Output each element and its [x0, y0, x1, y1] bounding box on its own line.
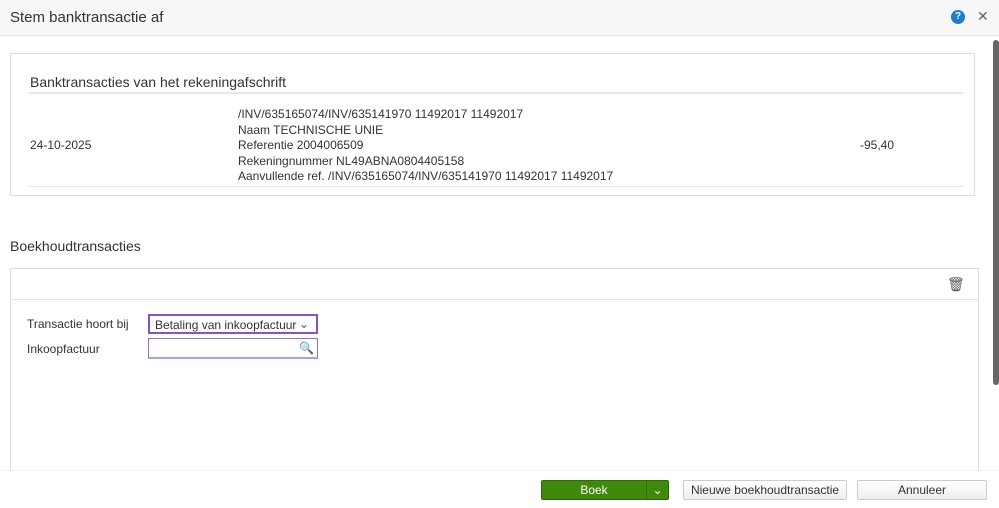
- chevron-down-icon: ⌄: [298, 317, 309, 331]
- invoice-input[interactable]: 🔍: [148, 338, 318, 359]
- lookup-icon[interactable]: 🔍: [299, 341, 314, 355]
- dialog-footer: Boek ⌄ Nieuwe boekhoudtransactie Annuleer: [0, 470, 999, 508]
- transaction-date: 24-10-2025: [30, 138, 92, 152]
- booking-panel-header: [11, 269, 978, 300]
- scrollbar[interactable]: [993, 40, 999, 385]
- transaction-description: /INV/635165074/INV/635141970 11492017 11…: [238, 107, 613, 185]
- help-icon[interactable]: ?: [951, 10, 965, 24]
- boek-button[interactable]: Boek ⌄: [541, 480, 669, 500]
- invoice-label: Inkoopfactuur: [27, 342, 100, 356]
- transaction-amount: -95,40: [860, 138, 895, 152]
- divider: [29, 92, 963, 94]
- description-line: /INV/635165074/INV/635141970 11492017 11…: [238, 107, 524, 121]
- chevron-down-icon[interactable]: ⌄: [646, 481, 668, 499]
- boek-label: Boek: [580, 483, 608, 497]
- cancel-button[interactable]: Annuleer: [857, 480, 987, 500]
- description-line: Aanvullende ref. /INV/635165074/INV/6351…: [238, 169, 614, 183]
- belongs-value: Betaling van inkoopfactuur: [155, 318, 297, 332]
- booking-panel: 🗑 Transactie hoort bij Betaling van inko…: [10, 268, 979, 478]
- booking-section-title: Boekhoudtransacties: [10, 238, 141, 254]
- trash-icon[interactable]: 🗑: [947, 276, 965, 293]
- bank-transactions-panel: Banktransacties van het rekeningafschrif…: [10, 53, 975, 196]
- dialog-header: Stem banktransactie af ? ✕: [0, 0, 999, 36]
- new-transaction-button[interactable]: Nieuwe boekhoudtransactie: [683, 480, 847, 500]
- belongs-label: Transactie hoort bij: [27, 317, 129, 331]
- bank-transactions-title: Banktransacties van het rekeningafschrif…: [30, 74, 287, 90]
- divider: [29, 186, 963, 187]
- belongs-select[interactable]: Betaling van inkoopfactuur ⌄: [148, 314, 318, 334]
- description-line: Rekeningnummer NL49ABNA0804405158: [238, 153, 465, 168]
- description-line: Referentie 2004006509: [238, 138, 364, 152]
- description-line: Naam TECHNISCHE UNIE: [238, 122, 384, 137]
- close-icon[interactable]: ✕: [977, 8, 989, 25]
- dialog-title: Stem banktransactie af: [10, 9, 164, 26]
